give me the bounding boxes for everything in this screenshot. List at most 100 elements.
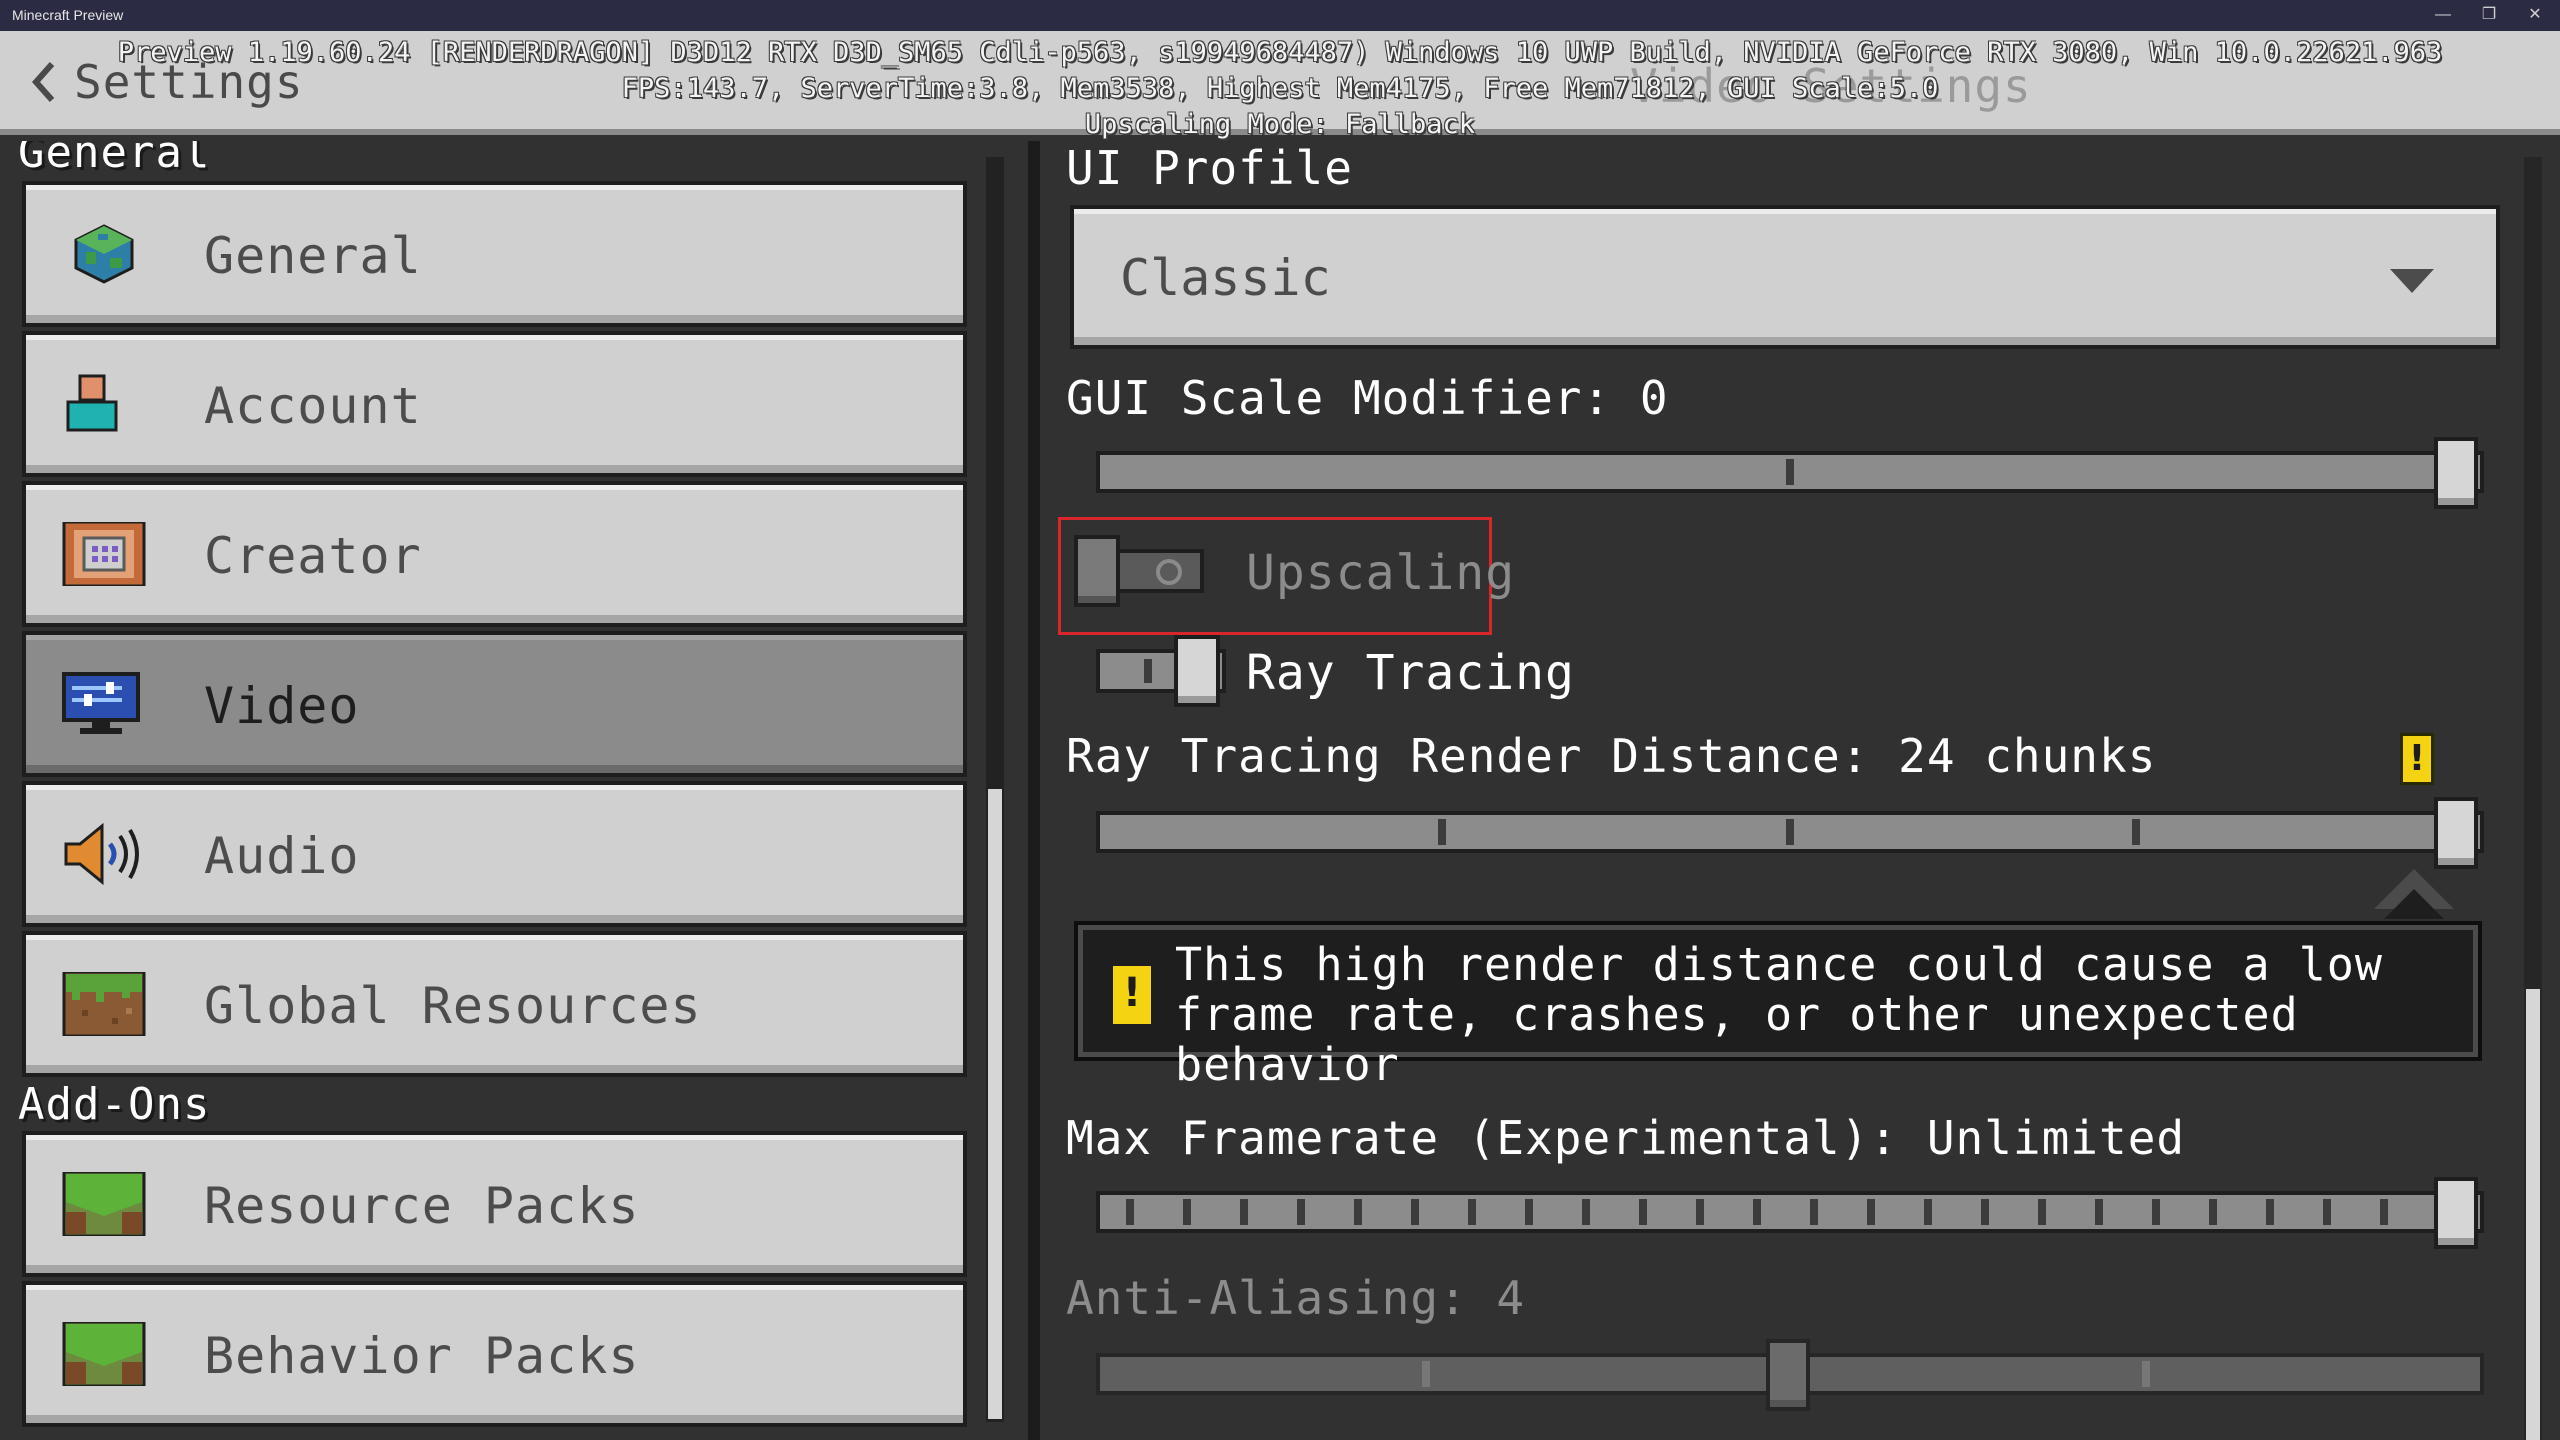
section-title-add-ons: Add-Ons [18, 1079, 211, 1130]
slider-tick [1126, 1199, 1134, 1225]
slider-handle[interactable] [2434, 437, 2478, 509]
content-scrollbar-thumb[interactable] [2526, 989, 2540, 1440]
ray-tracing-label: Ray Tracing [1246, 645, 1575, 701]
slider-tick [1696, 1199, 1704, 1225]
rt-distance-slider[interactable] [1096, 797, 2496, 869]
rt-distance-label: Ray Tracing Render Distance: 24 chunks [1066, 729, 2157, 783]
slider-tick [2323, 1199, 2331, 1225]
grass-block-icon [62, 1172, 146, 1236]
ray-tracing-toggle[interactable]: Ray Tracing [1096, 635, 1596, 707]
panel-divider [1028, 141, 1040, 1440]
toggle-knob [1074, 535, 1120, 607]
slider-handle[interactable] [2434, 797, 2478, 869]
grass-block-icon [62, 972, 146, 1036]
sidebar-item-label: Global Resources [204, 977, 702, 1035]
slider-tick [1981, 1199, 1989, 1225]
slider-tick [2152, 1199, 2160, 1225]
slider-tick [1422, 1361, 1430, 1387]
slider-tick [2266, 1199, 2274, 1225]
sidebar-item-label: Account [204, 377, 422, 435]
globe-icon [74, 224, 134, 284]
slider-tick [1438, 819, 1446, 845]
chevron-down-icon [2390, 269, 2434, 293]
off-circle-icon [1156, 559, 1182, 585]
slider-tick [1582, 1199, 1590, 1225]
warning-tooltip: ! This high render distance could cause … [1074, 921, 2482, 1090]
upscaling-toggle[interactable]: Upscaling [1074, 535, 1516, 607]
slider-tick [1183, 1199, 1191, 1225]
ui-profile-dropdown[interactable]: Classic [1070, 205, 2500, 349]
warning-icon: ! [1113, 966, 1151, 1024]
debug-line-1: Preview 1.19.60.24 [RENDERDRAGON] D3D12 … [117, 37, 2443, 68]
minimize-button[interactable]: — [2420, 0, 2466, 31]
sidebar-item-label: General [204, 227, 422, 285]
sidebar-item-video[interactable]: Video [22, 631, 967, 777]
close-button[interactable]: ✕ [2512, 0, 2558, 31]
sidebar-item-creator[interactable]: Creator [22, 481, 967, 627]
settings-header: Settings Video Settings Preview 1.19.60.… [0, 31, 2560, 140]
slider-tick [1525, 1199, 1533, 1225]
debug-line-3: Upscaling Mode: Fallback [1084, 109, 1476, 140]
tooltip-text: This high render distance could cause a … [1175, 938, 2383, 1091]
slider-tick [1924, 1199, 1932, 1225]
sidebar-scrollbar[interactable] [986, 157, 1004, 1422]
section-title-general: General [18, 141, 211, 178]
sidebar-item-general[interactable]: General [22, 181, 967, 327]
sidebar-item-account[interactable]: Account [22, 331, 967, 477]
slider-tick [1240, 1199, 1248, 1225]
gui-scale-slider[interactable] [1096, 437, 2496, 509]
sidebar-item-behavior-packs[interactable]: Behavior Packs [22, 1281, 967, 1427]
window-titlebar: Minecraft Preview — ❐ ✕ [0, 0, 2560, 31]
on-bar-icon [1144, 659, 1152, 683]
upscaling-label: Upscaling [1246, 545, 1516, 601]
tooltip-arrow-inner [2384, 889, 2444, 919]
slider-tick [1867, 1199, 1875, 1225]
monitor-icon [62, 672, 140, 734]
sidebar-item-label: Creator [204, 527, 422, 585]
ui-profile-value: Classic [1120, 249, 1331, 307]
slider-handle[interactable] [1766, 1339, 1810, 1411]
slider-tick [2380, 1199, 2388, 1225]
slider-tick [1786, 819, 1794, 845]
sidebar-item-label: Behavior Packs [204, 1327, 640, 1385]
video-settings-panel: UI Profile Classic GUI Scale Modifier: 0… [1040, 141, 2560, 1440]
slider-tick [1639, 1199, 1647, 1225]
sidebar-scrollbar-thumb[interactable] [988, 789, 1002, 1419]
warning-icon[interactable]: ! [2400, 733, 2434, 785]
sidebar-item-resource-packs[interactable]: Resource Packs [22, 1131, 967, 1277]
slider-tick [1786, 459, 1794, 485]
toggle-knob [1174, 635, 1220, 707]
sidebar-item-label: Audio [204, 827, 360, 885]
sidebar-item-label: Resource Packs [204, 1177, 640, 1235]
slider-tick [1411, 1199, 1419, 1225]
slider-tick [2209, 1199, 2217, 1225]
window-title: Minecraft Preview [12, 7, 124, 23]
sidebar-item-global-resources[interactable]: Global Resources [22, 931, 967, 1077]
slider-tick [1354, 1199, 1362, 1225]
settings-sidebar: General General Account Creator Video Au… [0, 141, 1028, 1440]
anti-aliasing-slider[interactable] [1096, 1339, 2496, 1411]
slider-tick [2142, 1361, 2150, 1387]
slider-handle[interactable] [2434, 1177, 2478, 1249]
content-scrollbar[interactable] [2524, 157, 2542, 1440]
slider-tick [1810, 1199, 1818, 1225]
slider-tick [1753, 1199, 1761, 1225]
slider-tick [1468, 1199, 1476, 1225]
ui-profile-label: UI Profile [1066, 141, 1353, 195]
slider-tick [2095, 1199, 2103, 1225]
maximize-button[interactable]: ❐ [2466, 0, 2512, 31]
sidebar-item-audio[interactable]: Audio [22, 781, 967, 927]
slider-tick [2132, 819, 2140, 845]
debug-overlay: Preview 1.19.60.24 [RENDERDRAGON] D3D12 … [0, 35, 2560, 143]
max-framerate-slider[interactable] [1096, 1177, 2496, 1249]
gui-scale-label: GUI Scale Modifier: 0 [1066, 371, 1669, 425]
anti-aliasing-label: Anti-Aliasing: 4 [1066, 1271, 1526, 1325]
account-icon [66, 374, 118, 432]
debug-line-2: FPS:143.7, ServerTime:3.8, Mem3538, High… [621, 73, 1939, 104]
slider-tick [1297, 1199, 1305, 1225]
speaker-icon [64, 822, 139, 886]
max-framerate-label: Max Framerate (Experimental): Unlimited [1066, 1111, 2186, 1165]
command-block-icon [62, 522, 146, 586]
sidebar-item-label: Video [204, 677, 360, 735]
slider-tick [2038, 1199, 2046, 1225]
